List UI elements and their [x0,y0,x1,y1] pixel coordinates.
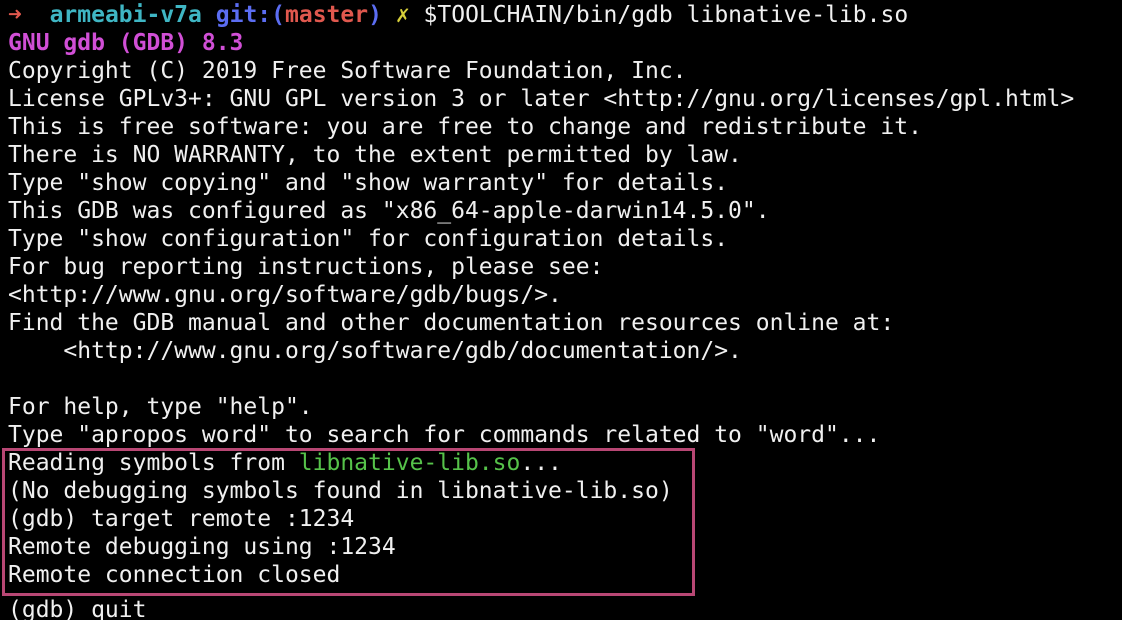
highlighted-output-line: Remote debugging using :1234 [8,534,396,560]
prompt-command: $TOOLCHAIN/bin/gdb libnative-lib.so [423,2,909,28]
gdb-quit-line: (gdb) quit [8,597,147,620]
reading-symbols-line: Reading symbols from libnative-lib.so... [0,449,1122,477]
output-line: This is free software: you are free to c… [8,114,922,140]
output-line: License GPLv3+: GNU GPL version 3 or lat… [8,86,1075,112]
output-line: Find the GDB manual and other documentat… [8,310,895,336]
output-line: <http://www.gnu.org/software/gdb/documen… [8,338,742,364]
output-line: Type "show copying" and "show warranty" … [8,170,729,196]
reading-prefix: Reading symbols from [8,450,299,476]
output-line: There is NO WARRANTY, to the extent perm… [8,142,742,168]
prompt-directory: armeabi-v7a [49,2,202,28]
output-line: Type "show configuration" for configurat… [8,226,729,252]
output-line: For help, type "help". [8,394,313,420]
output-line: This GDB was configured as "x86_64-apple… [8,198,770,224]
prompt-git-branch: master [285,2,369,28]
highlighted-output-line: (No debugging symbols found in libnative… [8,478,673,504]
output-line: For bug reporting instructions, please s… [8,254,604,280]
reading-suffix: ... [520,450,562,476]
output-line: Type "apropos word" to search for comman… [8,422,881,448]
highlighted-output-line: (gdb) target remote :1234 [8,506,355,532]
highlighted-output-line: Remote connection closed [8,562,341,588]
prompt-arrow-icon: ➜ [8,2,22,28]
output-line: Copyright (C) 2019 Free Software Foundat… [8,58,687,84]
prompt-dirty-icon: ✗ [395,2,410,28]
terminal-window[interactable]: ➜ armeabi-v7a git:(master) ✗ $TOOLCHAIN/… [0,0,1122,620]
output-line: <http://www.gnu.org/software/gdb/bugs/>. [8,282,562,308]
reading-filename: libnative-lib.so [298,450,521,476]
prompt-git-suffix: ) [368,2,382,28]
prompt-git-prefix: git:( [215,2,285,28]
shell-prompt-line: ➜ armeabi-v7a git:(master) ✗ $TOOLCHAIN/… [0,1,1122,29]
gdb-version-line: GNU gdb (GDB) 8.3 [8,30,244,56]
